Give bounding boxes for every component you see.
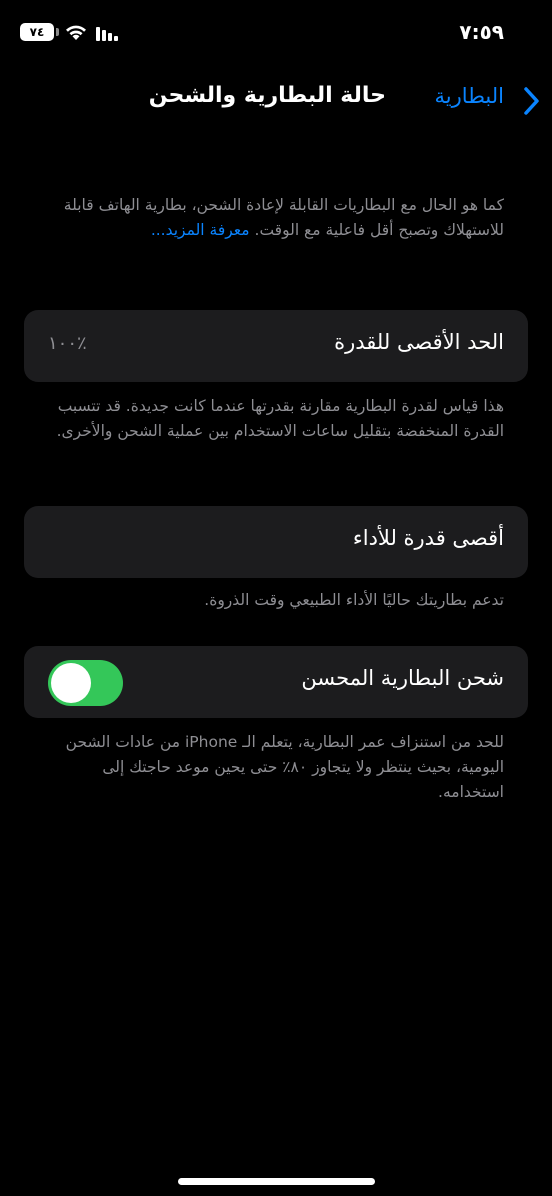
max-capacity-row: الحد الأقصى للقدرة ٪١٠٠: [24, 310, 528, 382]
back-button[interactable]: البطارية: [435, 84, 504, 108]
max-capacity-value: ٪١٠٠: [48, 333, 87, 354]
peak-performance-description: تدعم بطاريتك حاليًا الأداء الطبيعي وقت ا…: [204, 591, 504, 609]
chevron-right-icon[interactable]: [522, 86, 540, 116]
peak-performance-label: أقصى قدرة للأداء: [352, 526, 504, 550]
signal-icon: [96, 27, 118, 41]
battery-level: ٧٤: [29, 25, 45, 39]
status-bar: ٧٤ ٧:٥٩: [0, 0, 552, 62]
battery-tip: [56, 28, 59, 36]
toggle-knob: [51, 663, 91, 703]
peak-performance-row: أقصى قدرة للأداء: [24, 506, 528, 578]
intro-description: كما هو الحال مع البطاريات القابلة لإعادة…: [63, 196, 504, 239]
navigation-bar: البطارية حالة البطارية والشحن: [0, 80, 552, 120]
max-capacity-label: الحد الأقصى للقدرة: [334, 330, 504, 354]
battery-icon: ٧٤: [20, 23, 54, 41]
max-capacity-description: هذا قياس لقدرة البطارية مقارنة بقدرتها ع…: [56, 397, 504, 440]
optimized-charging-label: شحن البطارية المحسن: [301, 666, 504, 690]
learn-more-link[interactable]: معرفة المزيد...: [151, 221, 250, 239]
page-title: حالة البطارية والشحن: [148, 83, 386, 108]
intro-text: كما هو الحال مع البطاريات القابلة لإعادة…: [44, 193, 504, 243]
clock: ٧:٥٩: [459, 20, 504, 44]
home-indicator[interactable]: [178, 1178, 375, 1185]
wifi-icon: [66, 25, 86, 40]
optimized-charging-description: للحد من استنزاف عمر البطارية، يتعلم الـ …: [65, 733, 504, 801]
optimized-charging-toggle[interactable]: [48, 660, 123, 706]
